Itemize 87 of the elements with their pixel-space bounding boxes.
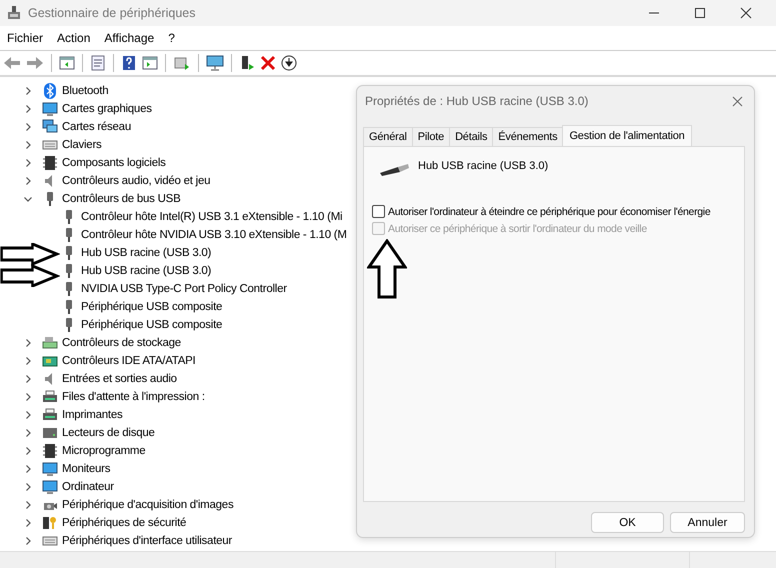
tab[interactable]: Gestion de l'alimentation (562, 125, 692, 146)
tree-item[interactable]: Microprogramme (62, 445, 146, 457)
tree-item[interactable]: Bluetooth (62, 85, 108, 97)
device-name: Hub USB racine (USB 3.0) (418, 160, 548, 172)
tree-item[interactable]: Périphériques d'interface utilisateur (62, 535, 232, 547)
cancel-button[interactable]: Annuler (670, 512, 745, 533)
expand-chevron-icon[interactable] (23, 446, 33, 456)
printer-icon (42, 407, 58, 423)
expand-chevron-icon[interactable] (23, 392, 33, 402)
properties-icon[interactable] (90, 55, 106, 71)
storage-icon (42, 335, 58, 351)
expand-chevron-icon[interactable] (23, 158, 33, 168)
printer-icon (42, 389, 58, 405)
monitor-icon (42, 101, 58, 117)
checkbox[interactable] (372, 205, 385, 218)
bluetooth-icon (42, 83, 58, 99)
close-icon[interactable] (740, 7, 752, 19)
app-icon (6, 5, 22, 21)
chip-icon (42, 155, 58, 171)
panel-icon[interactable] (59, 55, 75, 71)
tree-item[interactable]: Hub USB racine (USB 3.0) (81, 247, 212, 259)
enable-device-icon[interactable] (239, 55, 255, 71)
window-title: Gestionnaire de périphériques (28, 6, 196, 20)
tree-item[interactable]: Files d'attente à l'impression : (62, 391, 205, 403)
key-icon (42, 515, 58, 531)
expand-chevron-icon[interactable] (23, 140, 33, 150)
tree-item[interactable]: Lecteurs de disque (62, 427, 155, 439)
expand-chevron-icon[interactable] (23, 428, 33, 438)
tree-item[interactable]: Claviers (62, 139, 102, 151)
expand-chevron-icon[interactable] (23, 536, 33, 546)
network-icon (42, 119, 58, 135)
forward-arrow-icon[interactable] (26, 55, 44, 71)
tree-item[interactable]: Contrôleur hôte NVIDIA USB 3.10 eXtensible - 1.10 (M (81, 229, 347, 241)
scan-hardware-icon[interactable] (173, 55, 191, 71)
tree-item[interactable]: Contrôleurs de stockage (62, 337, 181, 349)
tree-item[interactable]: Composants logiciels (62, 157, 166, 169)
tree-item[interactable]: Contrôleurs de bus USB (62, 193, 181, 205)
tree-item[interactable]: Périphérique d'acquisition d'images (62, 499, 234, 511)
ok-button[interactable]: OK (591, 512, 664, 533)
remove-icon[interactable] (260, 55, 276, 71)
expand-chevron-icon[interactable] (23, 464, 33, 474)
checkbox-label: Autoriser l'ordinateur à éteindre ce périphérique pour économiser l'énergie (388, 206, 710, 218)
tree-item[interactable]: Cartes graphiques (62, 103, 152, 115)
expand-chevron-icon[interactable] (23, 482, 33, 492)
menu-item[interactable]: Action (57, 31, 90, 45)
monitor-icon[interactable] (206, 55, 224, 71)
dialog-title: Propriétés de : Hub USB racine (USB 3.0) (365, 94, 588, 108)
tree-item[interactable]: Périphériques de sécurité (62, 517, 186, 529)
arrow-drawing (367, 239, 407, 299)
tree-item[interactable]: NVIDIA USB Type-C Port Policy Controller (81, 283, 287, 295)
expand-chevron-icon[interactable] (23, 176, 33, 186)
maximize-icon[interactable] (694, 7, 706, 19)
chip-icon (42, 443, 58, 459)
tree-item[interactable]: Hub USB racine (USB 3.0) (81, 265, 212, 277)
tree-item[interactable]: Ordinateur (62, 481, 114, 493)
tree-item[interactable]: Périphérique USB composite (81, 301, 222, 313)
expand-chevron-icon[interactable] (23, 356, 33, 366)
monitor-icon (42, 461, 58, 477)
expand-chevron-icon[interactable] (23, 374, 33, 384)
tree-item[interactable]: Moniteurs (62, 463, 110, 475)
menu-item[interactable]: ? (168, 31, 175, 45)
usb-plug-icon (378, 162, 410, 178)
tree-item[interactable]: Imprimantes (62, 409, 123, 421)
expand-chevron-icon[interactable] (23, 122, 33, 132)
tree-item[interactable]: Entrées et sorties audio (62, 373, 177, 385)
tree-item[interactable]: Contrôleurs audio, vidéo et jeu (62, 175, 210, 187)
download-icon[interactable] (281, 55, 297, 71)
expand-chevron-icon[interactable] (23, 518, 33, 528)
tree-item[interactable]: Contrôleurs IDE ATA/ATAPI (62, 355, 196, 367)
help-icon[interactable] (121, 55, 137, 71)
close-icon[interactable] (732, 96, 743, 106)
back-arrow-icon[interactable] (3, 55, 21, 71)
expand-chevron-icon[interactable] (23, 86, 33, 96)
menu-item[interactable]: Fichier (7, 31, 44, 45)
checkbox-label: Autoriser ce périphérique à sortir l'ordinateur du mode veille (388, 222, 647, 234)
panel-icon[interactable] (142, 55, 158, 71)
expand-chevron-icon[interactable] (23, 500, 33, 510)
tree-item[interactable]: Périphérique USB composite (81, 319, 222, 331)
tree-item[interactable]: Contrôleur hôte Intel(R) USB 3.1 eXtensible - 1.10 (Mi (81, 211, 342, 223)
tree-item[interactable]: Cartes réseau (62, 121, 131, 133)
collapse-chevron-icon[interactable] (23, 194, 33, 204)
menu-item[interactable]: Affichage (104, 31, 154, 45)
expand-chevron-icon[interactable] (23, 104, 33, 114)
monitor-icon (42, 479, 58, 495)
tab[interactable]: Général (363, 127, 413, 146)
expand-chevron-icon[interactable] (23, 410, 33, 420)
expand-chevron-icon[interactable] (23, 338, 33, 348)
